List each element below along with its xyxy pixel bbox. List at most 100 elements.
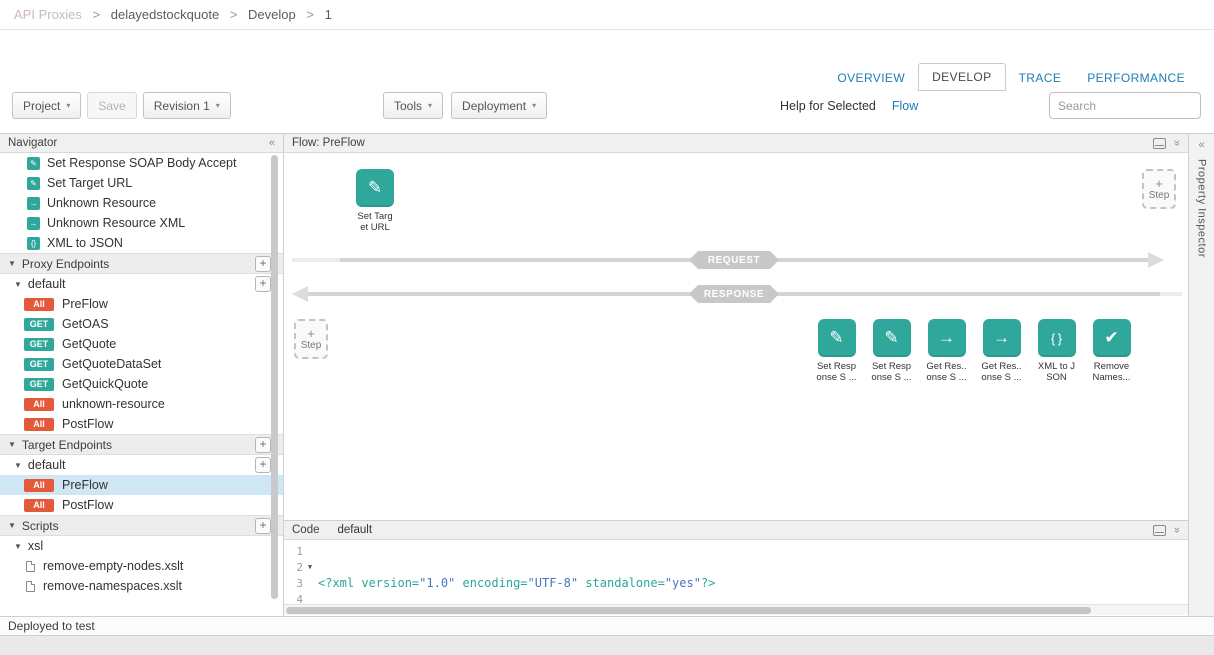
breadcrumb-proxy-name[interactable]: delayedstockquote [111, 7, 219, 22]
policy-item[interactable]: → Unknown Resource XML [0, 213, 283, 233]
search-input[interactable] [1049, 92, 1201, 119]
save-button[interactable]: Save [87, 92, 136, 119]
add-step-button[interactable]: + Step [1142, 169, 1176, 209]
breadcrumb-develop[interactable]: Develop [248, 7, 296, 22]
help-flow-link[interactable]: Flow [892, 99, 918, 113]
fold-icon[interactable]: ▼ [303, 563, 317, 571]
verb-badge: GET [24, 378, 54, 391]
split-panel-icon[interactable] [1153, 138, 1166, 149]
flow-item[interactable]: GET GetQuoteDataSet [0, 354, 283, 374]
script-group-xsl[interactable]: ▼ xsl [0, 536, 283, 556]
code-file-tab[interactable]: default [338, 524, 373, 536]
flow-label: unknown-resource [62, 397, 165, 411]
arrow-icon: → [27, 197, 40, 210]
flow-item[interactable]: All PreFlow [0, 294, 283, 314]
revision-menu-label: Revision 1 [154, 99, 210, 113]
section-label: Scripts [22, 519, 249, 533]
line-number: 3 [284, 577, 303, 590]
breadcrumb-revision[interactable]: 1 [325, 7, 332, 22]
split-panel-icon[interactable] [1153, 525, 1166, 536]
arrow-icon: → [928, 319, 966, 357]
add-step-button[interactable]: + Step [294, 319, 328, 359]
add-flow-button[interactable]: + [255, 276, 271, 292]
scrollbar-thumb[interactable] [286, 607, 1091, 614]
flow-step[interactable]: ✎ Set Resp onse S ... [809, 319, 864, 383]
section-scripts[interactable]: ▼ Scripts + [0, 515, 283, 536]
flow-step[interactable]: → Get Res.. onse S ... [919, 319, 974, 383]
add-flow-button[interactable]: + [255, 457, 271, 473]
verb-badge: All [24, 479, 54, 492]
section-proxy-endpoints[interactable]: ▼ Proxy Endpoints + [0, 253, 283, 274]
plus-icon: + [1155, 178, 1163, 190]
deployment-menu-button[interactable]: Deployment ▾ [451, 92, 547, 119]
step-label: onse S ... [926, 372, 966, 383]
verb-badge: All [24, 398, 54, 411]
code-lines: <?xml version="1.0" encoding="UTF-8" sta… [318, 540, 1188, 604]
request-label-badge: REQUEST [689, 251, 779, 269]
code-panel: Code default « 1 2▼ 3 4 5▼ <?xml version… [284, 520, 1188, 616]
pencil-icon: ✎ [818, 319, 856, 357]
policy-item[interactable]: ✎ Set Target URL [0, 173, 283, 193]
target-endpoint-group-default[interactable]: ▼ default + [0, 455, 283, 475]
flow-item[interactable]: GET GetQuote [0, 334, 283, 354]
section-label: Target Endpoints [22, 438, 249, 452]
add-proxy-endpoint-button[interactable]: + [255, 256, 271, 272]
caret-down-icon: ▾ [216, 101, 220, 110]
collapse-panel-icon[interactable]: « [269, 137, 275, 149]
project-menu-button[interactable]: Project ▾ [12, 92, 81, 119]
triangle-down-icon: ▼ [14, 542, 22, 551]
flow-canvas: ✎ Set Targ et URL + Step REQUEST RESPONS… [284, 153, 1188, 520]
flow-item[interactable]: All unknown-resource [0, 394, 283, 414]
flow-step[interactable]: → Get Res.. onse S ... [974, 319, 1029, 383]
navigator-header: Navigator « [0, 134, 283, 153]
breadcrumb-api-proxies[interactable]: API Proxies [14, 7, 82, 22]
flow-step[interactable]: { } XML to J SON [1029, 319, 1084, 383]
toolbar-middle: Tools ▾ Deployment ▾ [383, 92, 547, 119]
scrollbar-thumb[interactable] [271, 155, 278, 599]
flow-step[interactable]: ✎ Set Resp onse S ... [864, 319, 919, 383]
flow-item-selected[interactable]: All PreFlow [0, 475, 283, 495]
braces-icon: { } [1038, 319, 1076, 357]
tab-develop[interactable]: DEVELOP [918, 63, 1006, 91]
flow-item[interactable]: GET GetOAS [0, 314, 283, 334]
navigator-panel: Navigator « ✎ Set Response SOAP Body Acc… [0, 133, 284, 616]
policy-item[interactable]: → Unknown Resource [0, 193, 283, 213]
property-inspector-title: Property Inspector [1196, 159, 1208, 258]
tools-menu-button[interactable]: Tools ▾ [383, 92, 443, 119]
flow-step[interactable]: ✔ Remove Names... [1084, 319, 1139, 383]
code-editor[interactable]: 1 2▼ 3 4 5▼ <?xml version="1.0" encoding… [284, 540, 1188, 604]
group-label: default [28, 277, 249, 291]
tab-overview[interactable]: OVERVIEW [824, 65, 918, 91]
verb-badge: GET [24, 338, 54, 351]
flow-item[interactable]: All PostFlow [0, 495, 283, 515]
flow-title: Flow: PreFlow [292, 137, 365, 149]
flow-item[interactable]: GET GetQuickQuote [0, 374, 283, 394]
line-number: 2 [284, 561, 303, 574]
pencil-icon: ✎ [356, 169, 394, 207]
collapse-panel-icon[interactable]: « [1171, 140, 1183, 146]
step-label: Get Res.. [926, 361, 966, 372]
save-label: Save [98, 99, 125, 113]
file-icon [26, 581, 35, 592]
deployment-status: Deployed to test [8, 619, 95, 633]
add-script-button[interactable]: + [255, 518, 271, 534]
script-file-item[interactable]: remove-empty-nodes.xslt [0, 556, 283, 576]
add-step-label: Step [1149, 190, 1170, 201]
policy-label: Set Response SOAP Body Accept [47, 156, 236, 170]
triangle-down-icon: ▼ [14, 280, 22, 289]
request-arrow-icon [1148, 252, 1164, 268]
policy-item[interactable]: {} XML to JSON [0, 233, 283, 253]
revision-menu-button[interactable]: Revision 1 ▾ [143, 92, 231, 119]
script-file-item[interactable]: remove-namespaces.xslt [0, 576, 283, 596]
section-target-endpoints[interactable]: ▼ Target Endpoints + [0, 434, 283, 455]
expand-panel-icon[interactable]: « [1198, 139, 1204, 151]
tab-performance[interactable]: PERFORMANCE [1074, 65, 1198, 91]
flow-step-set-target-url[interactable]: ✎ Set Targ et URL [337, 169, 413, 233]
tab-trace[interactable]: TRACE [1006, 65, 1075, 91]
flow-item[interactable]: All PostFlow [0, 414, 283, 434]
add-target-endpoint-button[interactable]: + [255, 437, 271, 453]
collapse-panel-icon[interactable]: « [1171, 527, 1183, 533]
policy-item[interactable]: ✎ Set Response SOAP Body Accept [0, 153, 283, 173]
help-for-selected-label: Help for Selected [780, 99, 876, 113]
proxy-endpoint-group-default[interactable]: ▼ default + [0, 274, 283, 294]
